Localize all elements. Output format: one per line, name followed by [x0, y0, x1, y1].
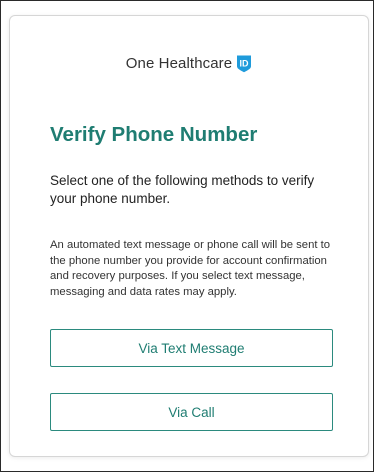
brand-name: One Healthcare — [125, 55, 233, 72]
window-frame: One Healthcare ID Verify Phone Number Se… — [0, 0, 374, 472]
via-text-message-button[interactable]: Via Text Message — [50, 329, 333, 367]
intro-text: Select one of the following methods to v… — [50, 173, 315, 206]
via-call-button[interactable]: Via Call — [50, 393, 333, 431]
verify-card: One Healthcare ID Verify Phone Number Se… — [9, 15, 369, 457]
rates-notice: An automated text message or phone call … — [50, 239, 331, 298]
brand-logo: One Healthcare ID — [10, 54, 368, 73]
page-title: Verify Phone Number — [50, 123, 258, 146]
id-badge-icon: ID — [236, 54, 252, 73]
id-badge-label: ID — [240, 58, 250, 68]
